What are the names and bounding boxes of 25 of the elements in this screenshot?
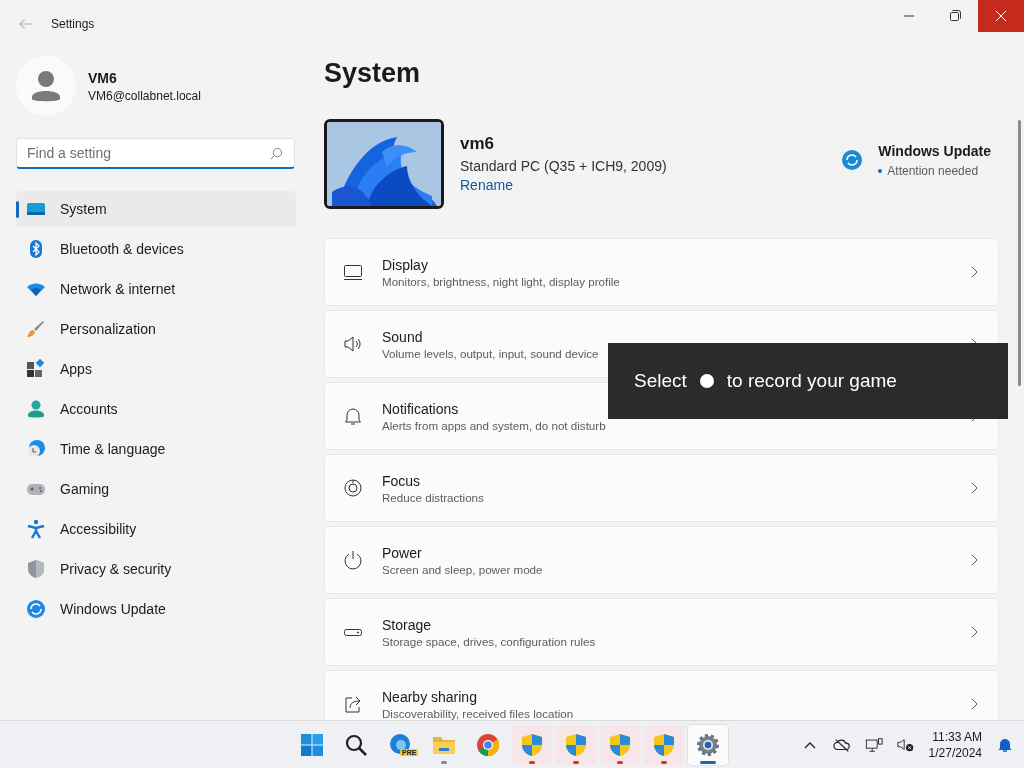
card-title: Nearby sharing (382, 688, 478, 705)
time-text: 11:33 AM (932, 728, 982, 745)
card-subtitle: Discoverability, received files location (382, 706, 575, 720)
card-subtitle: Storage space, drives, configuration rules (382, 634, 597, 648)
card-title: Display (382, 256, 429, 273)
card-subtitle: Screen and sleep, power mode (382, 562, 544, 576)
card-title: Sound (382, 328, 424, 345)
page-title: System (324, 58, 422, 89)
card-subtitle: Alerts from apps and system, do not disturb (382, 418, 607, 432)
tip-text: Select (634, 370, 687, 392)
card-title: Storage (382, 616, 433, 633)
user-email: VM6@collabnet.local (88, 88, 201, 103)
card-title: Power (382, 544, 423, 561)
card-subtitle: Volume levels, output, input, sound device (382, 346, 600, 360)
card-subtitle: Monitors, brightness, night light, display profile (382, 274, 621, 288)
window-title: Settings (51, 17, 95, 31)
tip-text: to record your game (726, 370, 897, 392)
card-title: Notifications (382, 400, 460, 417)
user-name: VM6 (88, 69, 118, 86)
device-model: Standard PC (Q35 + ICH9, 2009) (460, 158, 668, 174)
date-text: 1/27/2024 (928, 744, 982, 761)
card-subtitle: Reduce distractions (382, 490, 485, 504)
card-title: Focus (382, 472, 422, 489)
device-name: vm6 (460, 134, 496, 154)
update-status: Attention needed (887, 163, 979, 178)
